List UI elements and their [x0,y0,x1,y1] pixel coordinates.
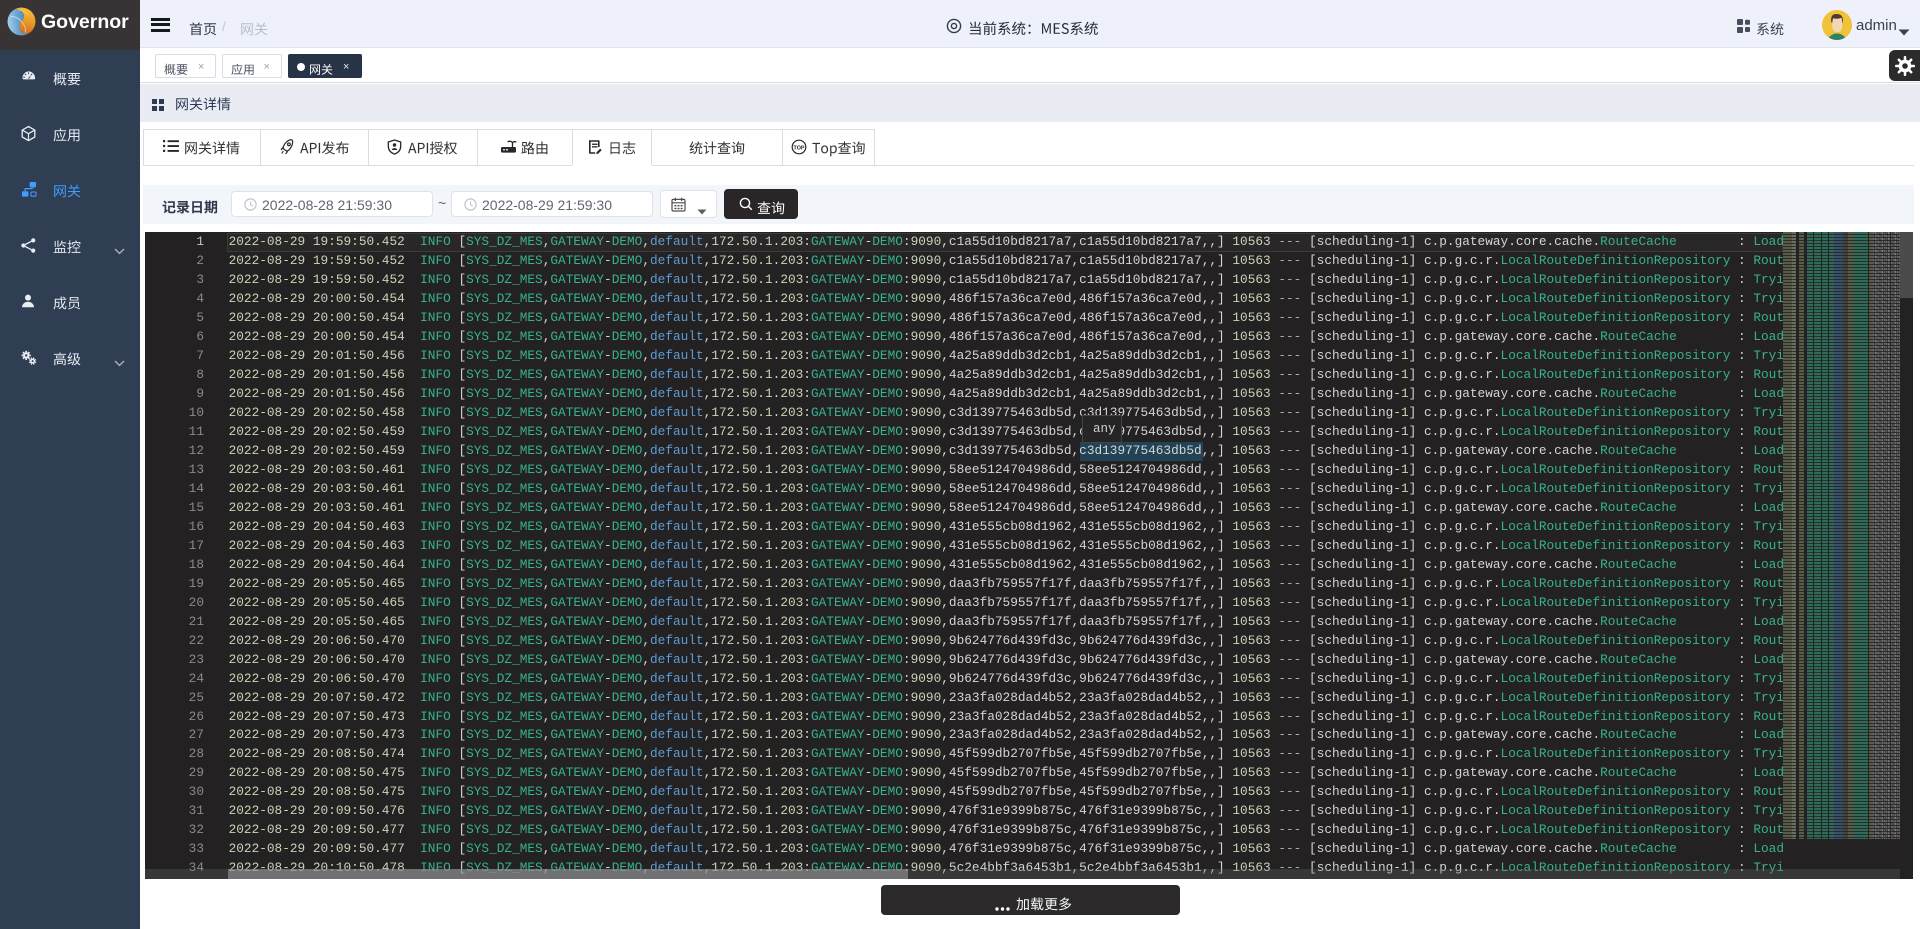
svg-text:TOP: TOP [794,145,805,151]
